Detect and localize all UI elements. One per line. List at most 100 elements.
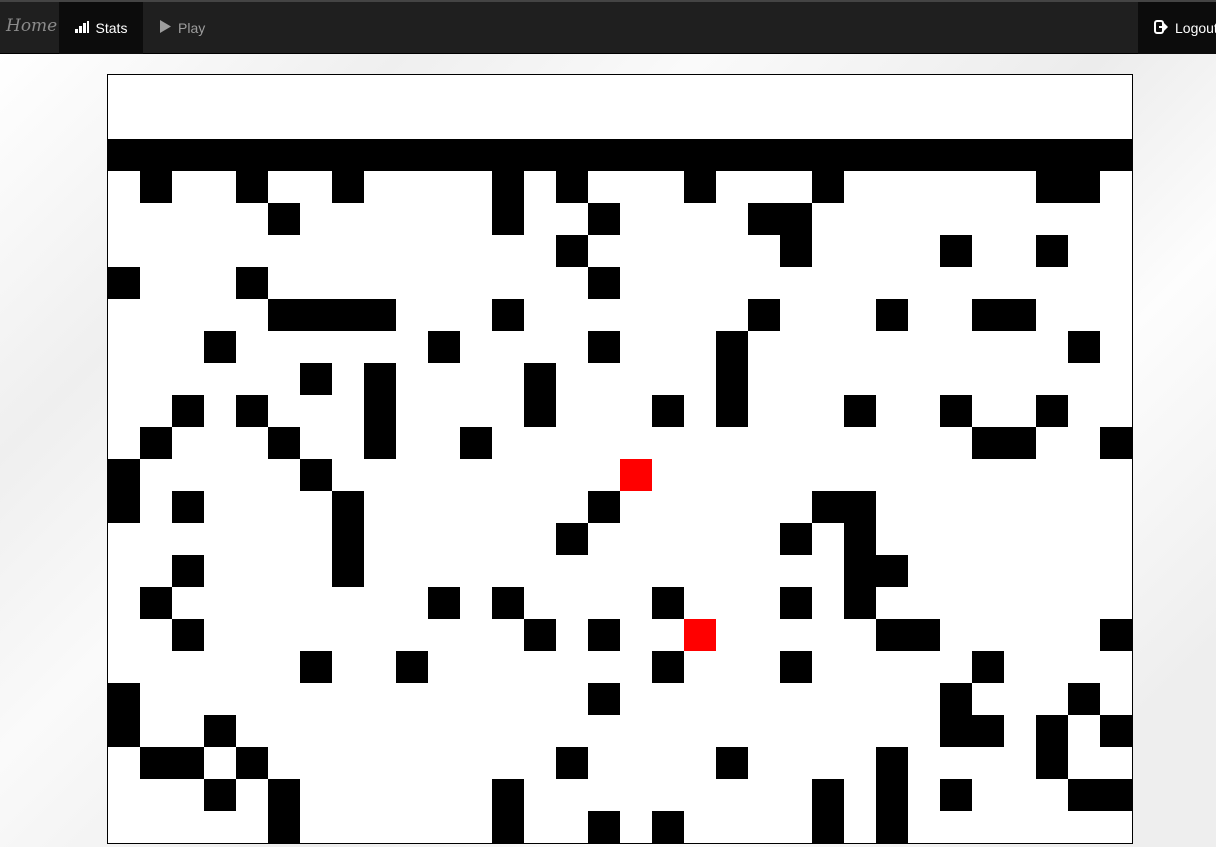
wall-cell [588,331,620,363]
wall-cell [1004,299,1036,331]
nav-play[interactable]: Play [159,2,205,54]
wall-cell [972,715,1004,747]
wall-cell [492,299,524,331]
wall-cell [940,779,972,811]
nav-play-label: Play [178,20,206,36]
wall-cell [108,139,140,171]
wall-cell [1036,395,1068,427]
wall-cell [876,779,908,811]
wall-cell [332,139,364,171]
wall-cell [940,683,972,715]
nav-logout[interactable]: Logout [1138,2,1216,54]
wall-cell [332,299,364,331]
wall-cell [780,523,812,555]
game-board[interactable] [107,74,1133,844]
wall-cell [684,139,716,171]
wall-cell [780,203,812,235]
wall-cell [1068,171,1100,203]
wall-cell [236,171,268,203]
wall-cell [492,811,524,843]
wall-cell [460,139,492,171]
wall-cell [204,779,236,811]
wall-cell [236,267,268,299]
wall-cell [780,139,812,171]
wall-cell [172,619,204,651]
wall-cell [1100,427,1132,459]
wall-cell [652,651,684,683]
wall-cell [524,363,556,395]
wall-cell [844,523,876,555]
wall-cell [556,139,588,171]
wall-cell [972,139,1004,171]
wall-cell [492,587,524,619]
wall-cell [812,139,844,171]
wall-cell [268,299,300,331]
wall-cell [332,491,364,523]
wall-cell [268,139,300,171]
wall-cell [556,523,588,555]
wall-cell [396,651,428,683]
wall-cell [524,619,556,651]
wall-cell [236,395,268,427]
wall-cell [556,235,588,267]
wall-cell [716,139,748,171]
wall-cell [172,747,204,779]
wall-cell [364,395,396,427]
wall-cell [876,299,908,331]
wall-cell [812,811,844,843]
wall-cell [844,395,876,427]
wall-cell [716,331,748,363]
target-cell[interactable] [620,459,652,491]
wall-cell [140,171,172,203]
wall-cell [140,587,172,619]
wall-cell [588,203,620,235]
home-brand-link[interactable]: Home [6,16,57,36]
wall-cell [1068,779,1100,811]
wall-cell [588,683,620,715]
wall-cell [268,811,300,843]
wall-cell [940,139,972,171]
wall-cell [844,587,876,619]
wall-cell [108,267,140,299]
wall-cell [556,171,588,203]
wall-cell [652,139,684,171]
wall-cell [108,683,140,715]
wall-cell [524,395,556,427]
wall-cell [332,171,364,203]
target-cell[interactable] [684,619,716,651]
wall-cell [844,139,876,171]
wall-cell [652,395,684,427]
wall-cell [428,587,460,619]
wall-cell [972,651,1004,683]
wall-cell [908,139,940,171]
wall-cell [300,651,332,683]
wall-cell [876,811,908,843]
logout-icon [1154,19,1168,37]
wall-cell [844,491,876,523]
wall-cell [748,139,780,171]
wall-cell [1036,715,1068,747]
wall-cell [268,203,300,235]
wall-cell [300,363,332,395]
wall-cell [172,139,204,171]
nav-stats[interactable]: Stats [59,2,143,54]
wall-cell [236,139,268,171]
wall-cell [204,715,236,747]
wall-cell [556,747,588,779]
wall-cell [1036,171,1068,203]
wall-cell [172,491,204,523]
wall-cell [812,779,844,811]
wall-cell [460,427,492,459]
wall-cell [364,427,396,459]
wall-cell [1036,747,1068,779]
wall-cell [972,299,1004,331]
wall-cell [716,363,748,395]
wall-cell [300,459,332,491]
wall-cell [1036,235,1068,267]
wall-cell [172,395,204,427]
wall-cell [940,395,972,427]
wall-cell [332,555,364,587]
wall-cell [940,715,972,747]
wall-cell [332,523,364,555]
wall-cell [492,171,524,203]
